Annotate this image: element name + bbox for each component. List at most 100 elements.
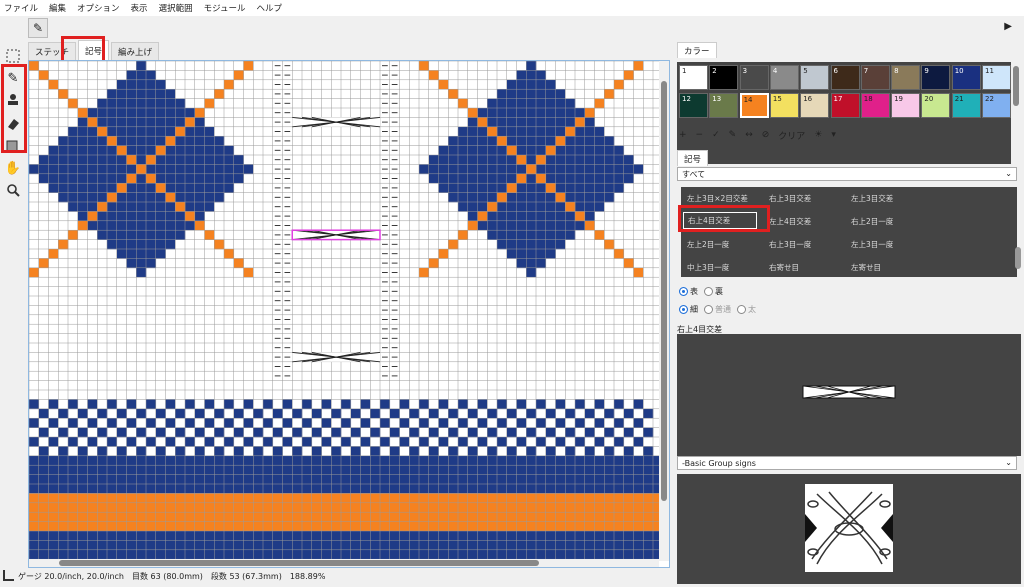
palette-tool-button[interactable]: クリア	[778, 129, 805, 142]
radio-back[interactable]: 裏	[704, 286, 723, 297]
ruler-icon	[3, 570, 14, 581]
left-toolbar: ✎ ✋	[0, 42, 26, 562]
fill-tool-icon[interactable]	[3, 136, 23, 156]
palette-tool-button[interactable]: +	[679, 130, 687, 140]
chart-canvas[interactable]	[28, 60, 670, 568]
symbol-item[interactable]: 左上4目交差	[769, 216, 811, 227]
horizontal-scroll-thumb[interactable]	[59, 560, 539, 566]
symbol-item[interactable]: 右上3目一度	[769, 239, 811, 250]
symbol-list-scrollbar[interactable]	[1015, 247, 1021, 269]
horizontal-scrollbar[interactable]	[29, 559, 659, 567]
swatch-number: 15	[772, 95, 782, 103]
group-select[interactable]: -Basic Group signs ⌄	[677, 456, 1017, 470]
menu-selection[interactable]: 選択範囲	[159, 2, 193, 14]
menu-view[interactable]: 表示	[131, 2, 148, 14]
symbol-item[interactable]: 左上2目一度	[687, 239, 729, 250]
symbol-item[interactable]: 左寄せ目	[851, 262, 881, 273]
color-swatch[interactable]: 4	[769, 65, 799, 90]
symbol-item[interactable]: 左上3目交差	[851, 193, 893, 204]
radio-front[interactable]: 表	[679, 286, 698, 297]
palette-tool-button[interactable]: ▾	[831, 130, 836, 140]
radio-normal[interactable]: 普通	[704, 304, 731, 315]
swatch-number: 4	[772, 67, 778, 75]
group-select-value: -Basic Group signs	[682, 458, 756, 468]
color-swatch[interactable]: 11	[982, 65, 1011, 90]
menu-options[interactable]: オプション	[77, 2, 120, 14]
pencil-tool-icon[interactable]: ✎	[28, 18, 48, 38]
palette-scrollbar[interactable]	[1013, 66, 1019, 106]
swatch-number: 21	[954, 95, 964, 103]
palette-tool-button[interactable]: ⊘	[762, 130, 770, 140]
color-palette: 1 2 3 4 5 6 7 8 9 10 11 12 13 14 15 16 17 18 19 20 21 22	[677, 62, 1011, 164]
symbol-item[interactable]: 中上3目一度	[687, 262, 729, 273]
swatch-number: 12	[682, 95, 691, 103]
eraser-icon[interactable]	[3, 114, 23, 134]
swatch-number: 17	[833, 95, 843, 103]
symbol-item[interactable]: 右寄せ目	[769, 262, 799, 273]
swatch-number: 13	[712, 95, 722, 103]
color-swatch[interactable]: 13	[709, 93, 739, 118]
color-swatch[interactable]: 16	[800, 93, 830, 118]
color-swatch[interactable]: 20	[921, 93, 951, 118]
color-swatch[interactable]: 5	[800, 65, 830, 90]
palette-tool-button[interactable]: ☀	[814, 130, 822, 140]
color-swatch[interactable]: 22	[982, 93, 1011, 118]
vertical-scrollbar[interactable]	[659, 61, 669, 561]
color-tab[interactable]: カラー	[677, 42, 717, 58]
color-swatch[interactable]: 18	[860, 93, 890, 118]
color-swatch[interactable]: 10	[951, 65, 981, 90]
symbol-preview-drawing	[802, 385, 896, 399]
dashed-select-icon[interactable]	[3, 46, 23, 66]
swatch-number: 20	[924, 95, 934, 103]
knitting-grid[interactable]	[29, 61, 659, 561]
color-swatch[interactable]: 17	[830, 93, 860, 118]
symbol-item[interactable]: 右上2目一度	[851, 216, 893, 227]
panel-toggle-arrow-icon[interactable]: ▶	[1004, 21, 1012, 32]
vertical-scroll-thumb[interactable]	[661, 81, 667, 501]
color-swatch[interactable]: 21	[951, 93, 981, 118]
menu-help[interactable]: ヘルプ	[256, 2, 282, 14]
color-swatch[interactable]: 7	[860, 65, 890, 90]
menu-edit[interactable]: 編集	[49, 2, 66, 14]
tab-knitting[interactable]: 編み上げ	[111, 42, 160, 60]
radio-thin[interactable]: 細	[679, 304, 698, 315]
weight-radio-group: 細 普通 太	[679, 304, 762, 315]
palette-tool-button[interactable]: ↔	[745, 130, 753, 140]
color-swatch[interactable]: 6	[830, 65, 860, 90]
palette-tools: + − ✓ ✎ ↔ ⊘ クリア ☀ ▾	[679, 128, 845, 142]
pencil-icon[interactable]: ✎	[3, 68, 23, 88]
color-swatch[interactable]: 9	[921, 65, 951, 90]
swatch-number: 18	[863, 95, 873, 103]
symbol-item[interactable]: 右上3目交差	[769, 193, 811, 204]
color-swatch[interactable]: 8	[891, 65, 921, 90]
symbol-item[interactable]: 右上4目交差	[683, 212, 757, 229]
radio-thick[interactable]: 太	[737, 304, 756, 315]
hand-icon[interactable]: ✋	[3, 158, 23, 178]
swatch-number: 9	[924, 67, 929, 75]
menu-file[interactable]: ファイル	[4, 2, 38, 14]
menu-module[interactable]: モジュール	[204, 2, 246, 14]
symbol-item[interactable]: 左上3目×2目交差	[687, 193, 748, 204]
swatch-number: 14	[743, 96, 753, 104]
symbol-filter-select[interactable]: すべて ⌄	[677, 167, 1017, 181]
color-swatch[interactable]: 12	[679, 93, 708, 118]
palette-tool-button[interactable]: ✎	[729, 130, 737, 140]
palette-tool-button[interactable]: ✓	[712, 130, 720, 140]
color-swatch[interactable]: 2	[709, 65, 739, 90]
swatch-number: 2	[712, 67, 717, 75]
symbol-list: 左上3目×2目交差 右上3目交差 左上3目交差 右上4目交差 左上4目交差 右上2目一度左…	[681, 187, 1021, 277]
palette-tool-button[interactable]: −	[696, 130, 704, 140]
symbol-item[interactable]: 左上3目一度	[851, 239, 893, 250]
color-swatch[interactable]: 14	[739, 93, 769, 118]
symbol-panel-tab[interactable]: 記号	[677, 150, 709, 166]
stamp-icon[interactable]	[3, 90, 23, 110]
color-swatch[interactable]: 1	[679, 65, 708, 90]
stitch-photo-preview	[677, 474, 1021, 584]
swatch-number: 19	[894, 95, 904, 103]
color-swatch[interactable]: 15	[769, 93, 799, 118]
color-swatch[interactable]: 19	[891, 93, 921, 118]
color-swatch[interactable]: 3	[739, 65, 769, 90]
tab-stitch[interactable]: ステッチ	[28, 42, 77, 60]
magnifier-icon[interactable]	[3, 180, 23, 200]
tab-symbol[interactable]: 記号	[78, 40, 110, 60]
